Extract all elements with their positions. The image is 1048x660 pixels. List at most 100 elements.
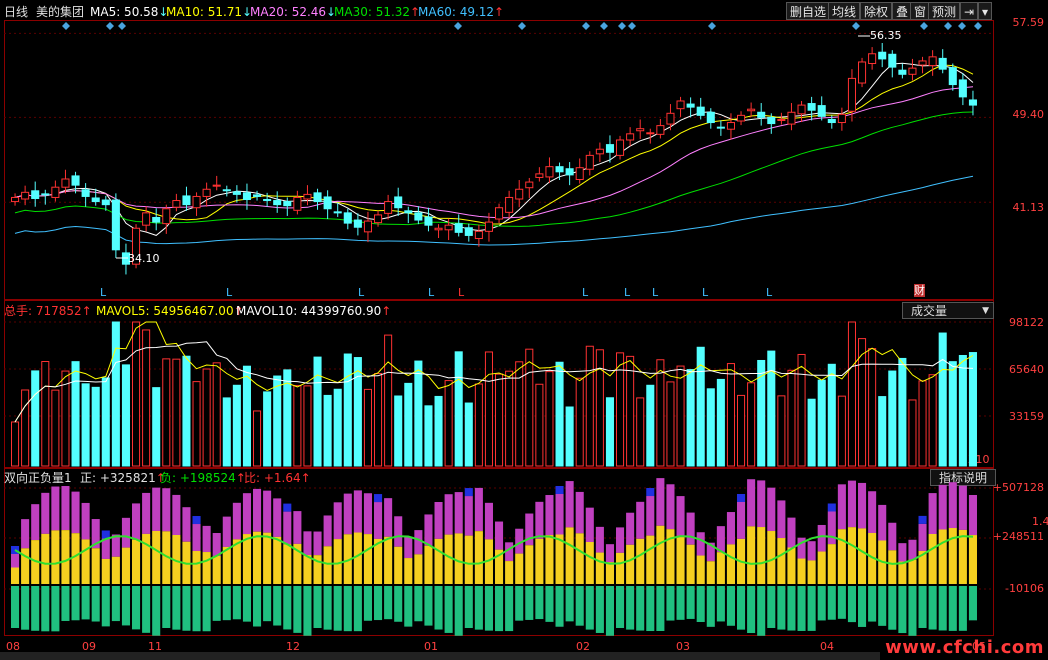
volume-bar [817, 379, 826, 467]
indicator-pos-bar-purple [737, 501, 746, 539]
indicator-neg-bar [132, 586, 141, 630]
candle-body [111, 199, 120, 251]
candle-body [706, 111, 715, 124]
volume-bar [152, 387, 161, 467]
indicator-pos-bar-purple [263, 490, 272, 533]
volume-bar [293, 385, 302, 467]
indicator-pos-bar-yellow [384, 536, 393, 584]
volume-bar [121, 364, 130, 467]
indicator-pos-bar-purple [767, 487, 776, 532]
candle-body [555, 166, 564, 173]
indicator-neg-bar [747, 586, 756, 634]
indicator-neg-bar [353, 586, 362, 632]
indicator-pos-bar-purple [696, 532, 705, 556]
volume-bar [253, 410, 262, 467]
indicator-neg-bar [767, 586, 776, 628]
candle-body [908, 67, 917, 75]
candle-body [101, 199, 110, 206]
indicator-pos-bar-yellow [132, 539, 141, 584]
volume-bar [212, 362, 221, 467]
indicator-pos-bar-purple [555, 494, 564, 535]
indicator-neg-bar [374, 586, 383, 621]
indicator-neg-bar [21, 586, 30, 630]
high-price-label: 56.35 [870, 29, 902, 42]
indicator-neg-bar [484, 586, 493, 631]
candle-body [273, 200, 282, 206]
volume-bar [878, 396, 887, 467]
indicator-pos-bar-yellow [646, 535, 655, 584]
indicator-pos-bar-purple [11, 554, 20, 568]
indicator-pos-bar-yellow [898, 561, 907, 584]
indicator-pos-bar-purple [474, 487, 483, 532]
indicator-pos-bar-purple [878, 504, 887, 541]
indicator-pos-bar-yellow [626, 544, 635, 584]
indicator-neg-bar [61, 586, 70, 621]
indicator-pos-bar-yellow [747, 526, 756, 584]
signal-diamond-icon [118, 22, 126, 30]
indicator-pos-bar-yellow [616, 552, 625, 584]
indicator-pos-bar-purple [938, 484, 947, 530]
indicator-pos-bar-yellow [726, 544, 735, 584]
indicator-neg-bar [837, 586, 846, 619]
indicator-neg-bar [11, 586, 20, 628]
indicator-pos-bar-purple [232, 502, 241, 540]
volume-bar [11, 421, 20, 467]
volume-bar [525, 348, 534, 467]
candle-body [293, 196, 302, 211]
indicator-pos-bar-purple [41, 492, 50, 534]
indicator-pos-bar-purple [928, 493, 937, 535]
candle-body [605, 144, 614, 153]
indicator-pos-bar-yellow [41, 533, 50, 584]
indicator-pos-bar-purple [868, 491, 877, 533]
l-signal-marker: L [582, 286, 589, 299]
indicator-neg-bar [656, 586, 665, 631]
volume-bar [242, 365, 251, 467]
indicator-neg-bar [495, 586, 504, 632]
indicator-pos-bar-yellow [283, 544, 292, 584]
candle-body [505, 196, 514, 213]
indicator-pos-bar-purple [253, 488, 262, 532]
candle-body [41, 193, 50, 196]
volume-bar [142, 329, 151, 467]
signal-diamond-icon [618, 22, 626, 30]
indicator-neg-bar [111, 586, 120, 622]
indicator-neg-bar [444, 586, 453, 633]
indicator-neg-bar [525, 586, 534, 620]
bottom-tab-bar[interactable] [0, 652, 880, 660]
indicator-pos-bar-blue [283, 503, 292, 512]
candle-body [353, 219, 362, 228]
volume-bar [313, 356, 322, 467]
indicator-pos-bar-yellow [636, 538, 645, 584]
volume-bar [888, 370, 897, 467]
volume-bar [454, 351, 463, 467]
candle-body [716, 126, 725, 129]
indicator-pos-bar-purple [121, 517, 130, 548]
candle-body [484, 221, 493, 232]
indicator-neg-bar [847, 586, 856, 623]
candle-body [51, 186, 60, 198]
indicator-pos-bar-purple [777, 500, 786, 539]
indicator-pos-bar-purple [626, 512, 635, 545]
volume-bar [202, 368, 211, 467]
indicator-neg-bar [666, 586, 675, 621]
candle-body [363, 220, 372, 233]
indicator-pos-bar-yellow [323, 546, 332, 584]
volume-bar [192, 381, 201, 467]
volume-bar [656, 359, 665, 467]
indicator-pos-bar-purple [958, 485, 967, 530]
indicator-pos-bar-yellow [706, 561, 715, 584]
indicator-pos-bar-purple [847, 480, 856, 528]
candle-body [31, 190, 40, 199]
indicator-neg-bar [565, 586, 574, 622]
indicator-pos-bar-yellow [454, 533, 463, 584]
indicator-pos-bar-purple [686, 512, 695, 545]
volume-bar [323, 394, 332, 467]
indicator-neg-bar [333, 586, 342, 631]
candle-body [454, 223, 463, 233]
indicator-pos-bar-purple [817, 524, 826, 552]
indicator-pos-bar-yellow [777, 538, 786, 584]
indicator-pos-bar-purple [152, 487, 161, 531]
indicator-pos-bar-purple [61, 486, 70, 531]
stock-chart-canvas[interactable]: LLLLLLLLLL [0, 0, 1048, 660]
indicator-pos-bar-purple [394, 516, 403, 547]
